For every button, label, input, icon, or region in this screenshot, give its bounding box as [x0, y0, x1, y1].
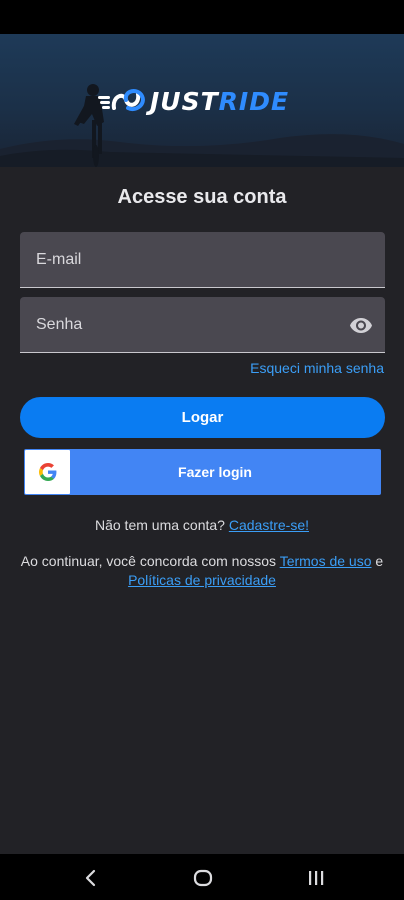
signup-prompt-text: Não tem uma conta? — [94, 517, 225, 533]
status-bar — [0, 0, 404, 34]
legal-conjunction: e — [375, 553, 384, 569]
terms-of-use-link[interactable]: Termos de uso — [280, 553, 372, 569]
home-circle-icon[interactable] — [192, 867, 214, 889]
google-login-label: Fazer login — [178, 464, 252, 480]
email-field[interactable] — [20, 232, 385, 288]
brand-name-ride: RIDE — [218, 86, 290, 116]
eye-icon[interactable] — [349, 313, 373, 337]
brand-name-just: JUST — [150, 86, 219, 116]
google-login-button[interactable]: Fazer login — [24, 449, 381, 495]
password-field[interactable] — [20, 297, 385, 353]
signup-link[interactable]: Cadastre-se! — [229, 517, 309, 533]
legal-prefix: Ao continuar, você concorda com nossos — [20, 553, 277, 569]
recent-apps-icon[interactable] — [305, 867, 327, 889]
brand-wordmark: JUSTRIDE — [150, 87, 289, 116]
google-g-icon — [38, 463, 56, 481]
login-button[interactable]: Logar — [20, 397, 385, 438]
logo-mark-icon — [98, 89, 145, 111]
back-chevron-icon[interactable] — [80, 867, 102, 889]
brand-logo: JUSTRIDE — [98, 84, 289, 118]
forgot-password-link[interactable]: Esqueci minha senha — [250, 360, 384, 376]
signup-prompt: Não tem uma conta? Cadastre-se! — [0, 517, 404, 533]
system-navigation-bar — [0, 854, 404, 900]
email-input[interactable] — [20, 232, 385, 287]
password-input[interactable] — [20, 297, 385, 352]
header-banner: JUSTRIDE — [0, 34, 404, 167]
google-logo-container — [25, 450, 70, 494]
privacy-policy-link[interactable]: Políticas de privacidade — [128, 572, 276, 588]
legal-notice: Ao continuar, você concorda com nossos T… — [20, 552, 384, 590]
page-title: Acesse sua conta — [117, 186, 287, 208]
